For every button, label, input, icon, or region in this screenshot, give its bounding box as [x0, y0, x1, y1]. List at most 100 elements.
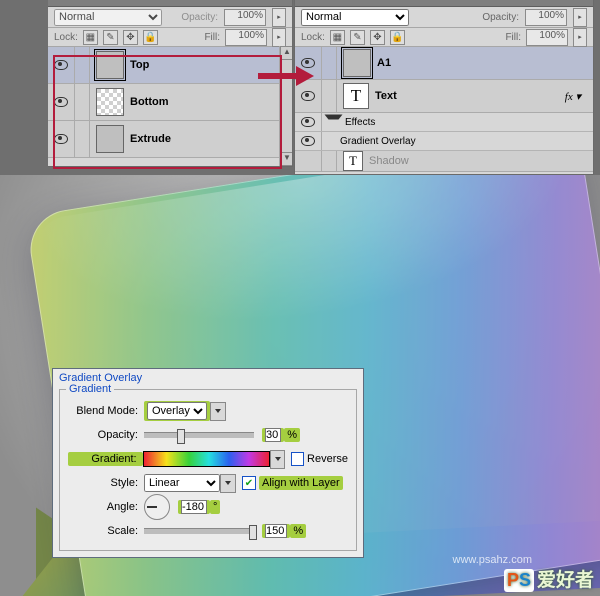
- lock-transparent-icon[interactable]: ▦: [330, 30, 345, 45]
- visibility-toggle[interactable]: [48, 84, 75, 120]
- style-dropdown-icon[interactable]: [220, 474, 236, 493]
- visibility-toggle[interactable]: [48, 47, 75, 83]
- layer-thumbnail[interactable]: [96, 51, 124, 79]
- fill-stepper[interactable]: ▸: [573, 28, 587, 47]
- blend-mode-select[interactable]: Normal: [54, 9, 162, 26]
- gradient-dropdown-icon[interactable]: [270, 450, 285, 469]
- angle-dial[interactable]: [144, 494, 170, 520]
- layer-row[interactable]: T Shadow: [295, 151, 593, 172]
- fill-label: Fill:: [505, 32, 521, 43]
- text-layer-thumbnail[interactable]: T: [343, 83, 369, 109]
- fill-stepper[interactable]: ▸: [272, 28, 286, 47]
- scale-label: Scale:: [68, 525, 144, 537]
- eye-icon: [301, 58, 315, 68]
- lock-label: Lock:: [301, 32, 325, 43]
- effects-label: Effects: [345, 117, 375, 128]
- lock-all-icon[interactable]: 🔒: [143, 30, 158, 45]
- style-label: Style:: [68, 477, 144, 489]
- layer-name: Top: [130, 59, 149, 71]
- opacity-label: Opacity:: [482, 12, 519, 23]
- gradient-fieldset: Gradient Blend Mode: Overlay Opacity: 30…: [59, 389, 357, 551]
- opacity-value[interactable]: 100%: [224, 9, 266, 26]
- layer-row[interactable]: Extrude: [48, 121, 292, 158]
- disclosure-triangle-icon[interactable]: [325, 115, 343, 130]
- scale-slider[interactable]: [144, 528, 254, 534]
- angle-input[interactable]: -180: [181, 500, 207, 514]
- eye-icon: [301, 117, 315, 127]
- top-region: Normal Opacity: 100% ▸ Lock: ▦ ✎ ✥ 🔒 Fil…: [0, 0, 600, 175]
- text-layer-thumbnail[interactable]: T: [343, 151, 363, 171]
- effect-name: Gradient Overlay: [340, 136, 416, 147]
- lock-row: Lock: ▦ ✎ ✥ 🔒 Fill: 100% ▸: [295, 28, 593, 47]
- opacity-unit: %: [284, 428, 300, 442]
- visibility-toggle[interactable]: [295, 47, 322, 79]
- blend-row: Normal Opacity: 100% ▸: [295, 7, 593, 28]
- style-select[interactable]: Linear: [144, 474, 220, 492]
- scale-unit: %: [290, 524, 306, 538]
- reverse-checkbox[interactable]: [291, 452, 304, 466]
- scale-input[interactable]: 150: [265, 524, 287, 538]
- lock-label: Lock:: [54, 32, 78, 43]
- panel-tabs: [48, 0, 292, 7]
- blend-mode-select[interactable]: Overlay: [147, 402, 207, 420]
- layer-thumbnail[interactable]: [96, 125, 124, 153]
- opacity-label: Opacity:: [68, 429, 144, 441]
- angle-row: Angle: -180 °: [68, 496, 348, 518]
- lock-move-icon[interactable]: ✥: [370, 30, 385, 45]
- opacity-stepper[interactable]: ▸: [272, 8, 286, 27]
- layer-row[interactable]: T Text fx ▾: [295, 80, 593, 113]
- layer-row[interactable]: A1: [295, 47, 593, 80]
- layers-panel-left: Normal Opacity: 100% ▸ Lock: ▦ ✎ ✥ 🔒 Fil…: [48, 0, 293, 167]
- fill-value[interactable]: 100%: [526, 29, 568, 46]
- lock-all-icon[interactable]: 🔒: [390, 30, 405, 45]
- gradient-row: Gradient: Reverse: [68, 448, 348, 470]
- lock-transparent-icon[interactable]: ▦: [83, 30, 98, 45]
- visibility-toggle[interactable]: [295, 132, 322, 150]
- visibility-toggle[interactable]: [295, 80, 322, 112]
- layer-effect-item[interactable]: Gradient Overlay: [295, 132, 593, 151]
- lock-move-icon[interactable]: ✥: [123, 30, 138, 45]
- fill-value[interactable]: 100%: [225, 29, 267, 46]
- scroll-up-icon[interactable]: ▲: [280, 46, 293, 60]
- eye-icon: [54, 134, 68, 144]
- gradient-overlay-dialog: Gradient Overlay Gradient Blend Mode: Ov…: [52, 368, 364, 558]
- visibility-toggle[interactable]: [295, 151, 322, 171]
- layer-row[interactable]: Bottom: [48, 84, 292, 121]
- gradient-swatch[interactable]: [143, 451, 271, 467]
- panel-tabs: [295, 0, 593, 7]
- angle-label: Angle:: [68, 501, 144, 513]
- layer-name: Extrude: [130, 133, 171, 145]
- lock-brush-icon[interactable]: ✎: [103, 30, 118, 45]
- opacity-input[interactable]: 30: [265, 428, 281, 442]
- layer-thumbnail[interactable]: [343, 49, 371, 77]
- layer-thumbnail[interactable]: [96, 88, 124, 116]
- fieldset-legend: Gradient: [66, 383, 114, 395]
- scroll-down-icon[interactable]: ▼: [280, 152, 293, 166]
- eye-icon: [301, 91, 315, 101]
- opacity-slider[interactable]: [144, 432, 254, 438]
- align-checkbox[interactable]: ✔: [242, 476, 256, 490]
- reverse-label: Reverse: [307, 453, 348, 465]
- layer-name: Text: [375, 90, 397, 102]
- blend-mode-row: Blend Mode: Overlay: [68, 400, 348, 422]
- layer-row[interactable]: Top: [48, 47, 292, 84]
- lock-brush-icon[interactable]: ✎: [350, 30, 365, 45]
- opacity-stepper[interactable]: ▸: [573, 8, 587, 27]
- visibility-toggle[interactable]: [48, 121, 75, 157]
- layer-effects-header[interactable]: Effects: [295, 113, 593, 132]
- lock-row: Lock: ▦ ✎ ✥ 🔒 Fill: 100% ▸: [48, 28, 292, 47]
- panel-scrollbar[interactable]: ▲ ▼: [279, 46, 292, 166]
- opacity-value[interactable]: 100%: [525, 9, 567, 26]
- blend-mode-label: Blend Mode:: [68, 405, 144, 417]
- opacity-row: Opacity: 30 %: [68, 424, 348, 446]
- layer-name: A1: [377, 57, 391, 69]
- blend-mode-dropdown-icon[interactable]: [210, 402, 226, 421]
- fx-badge[interactable]: fx ▾: [565, 90, 581, 103]
- visibility-toggle[interactable]: [295, 113, 322, 131]
- angle-unit: °: [210, 500, 220, 514]
- watermark-logo: PS 爱好者: [504, 565, 594, 592]
- style-row: Style: Linear ✔ Align with Layer: [68, 472, 348, 494]
- blend-row: Normal Opacity: 100% ▸: [48, 7, 292, 28]
- blend-mode-select[interactable]: Normal: [301, 9, 409, 26]
- canvas: Normal Opacity: 100% ▸ Lock: ▦ ✎ ✥ 🔒 Fil…: [0, 0, 600, 596]
